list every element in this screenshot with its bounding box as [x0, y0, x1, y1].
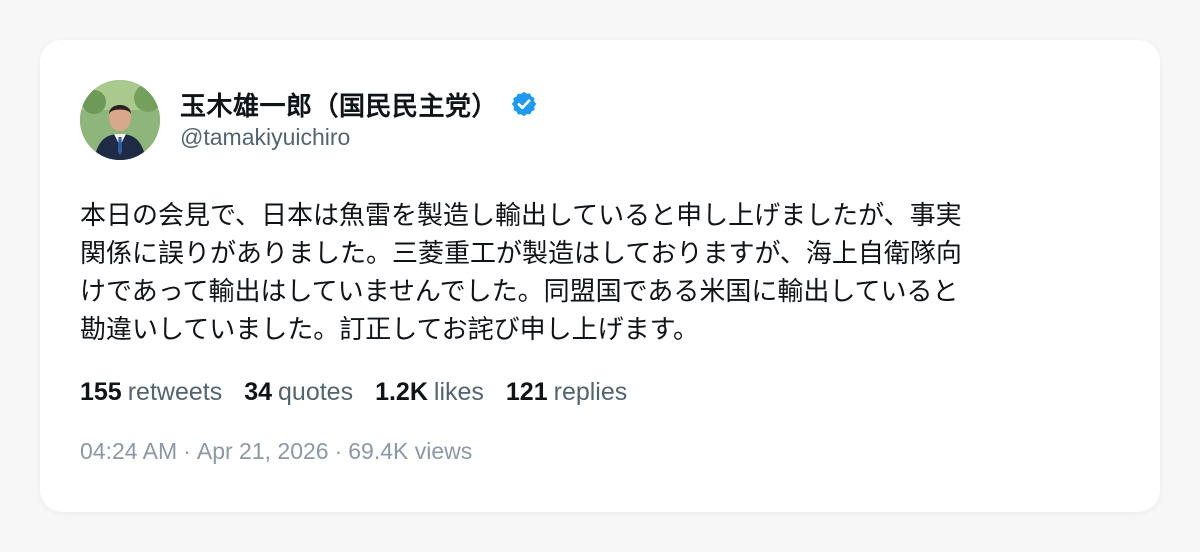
tweet-views[interactable]: 69.4K views [348, 438, 472, 464]
quotes-stat[interactable]: 34 quotes [244, 378, 353, 407]
tweet-body: 本日の会見で、日本は魚雷を製造し輸出していると申し上げましたが、事実 関係に誤り… [80, 196, 1120, 348]
retweets-label: retweets [127, 378, 223, 406]
replies-stat[interactable]: 121 replies [506, 378, 627, 407]
tweet-time[interactable]: 04:24 AM [80, 438, 177, 464]
likes-label: likes [433, 378, 484, 406]
tweet-text-line: 勘違いしていました。訂正してお詫び申し上げます。 [80, 314, 700, 344]
tweet-card: 玉木雄一郎（国民民主党） @tamakiyuichiro 本日の会見で、日本は魚… [40, 40, 1160, 512]
avatar-photo-icon [80, 80, 160, 160]
retweets-stat[interactable]: 155 retweets [80, 378, 222, 407]
quotes-count: 34 [244, 378, 273, 406]
tweet-date[interactable]: Apr 21, 2026 [197, 438, 329, 464]
likes-count: 1.2K [375, 378, 428, 406]
author-display-name[interactable]: 玉木雄一郎（国民民主党） [180, 86, 498, 123]
likes-stat[interactable]: 1.2K likes [375, 378, 484, 407]
replies-label: replies [553, 378, 628, 406]
tweet-text-line: けであって輸出はしていませんでした。同盟国である米国に輸出していると [80, 276, 959, 306]
meta-separator: · [183, 438, 191, 464]
tweet-text-line: 本日の会見で、日本は魚雷を製造し輸出していると申し上げましたが、事実 [80, 200, 962, 230]
retweets-count: 155 [80, 378, 122, 406]
replies-count: 121 [505, 378, 548, 406]
author-avatar[interactable] [80, 80, 160, 160]
engagement-stats: 155 retweets 34 quotes 1.2K likes 121 re… [80, 378, 649, 407]
author-handle[interactable]: @tamakiyuichiro [180, 124, 350, 151]
meta-separator: · [334, 438, 343, 464]
verified-badge-icon [510, 90, 538, 118]
tweet-meta: 04:24 AM · Apr 21, 2026 · 69.4K views [80, 438, 472, 465]
author-name-row: 玉木雄一郎（国民民主党） [180, 86, 538, 122]
quotes-label: quotes [278, 378, 354, 406]
tweet-text-line: 関係に誤りがありました。三菱重工が製造はしておりますが、海上自衛隊向 [80, 238, 962, 268]
